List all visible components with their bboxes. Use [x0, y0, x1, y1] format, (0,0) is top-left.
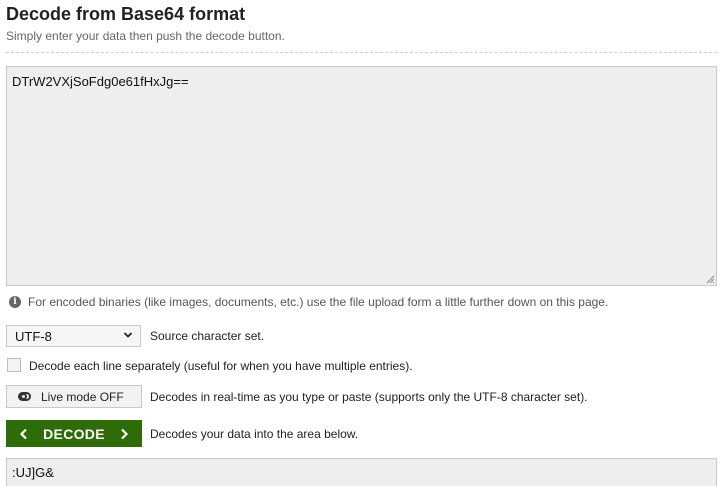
- decode-description: Decodes your data into the area below.: [150, 427, 359, 441]
- charset-select[interactable]: UTF-8: [6, 325, 141, 347]
- resize-grip-icon[interactable]: [705, 274, 715, 284]
- binary-info-note: i For encoded binaries (like images, doc…: [9, 295, 608, 309]
- input-textarea[interactable]: DTrW2VXjSoFdg0e61fHxJg==: [6, 66, 717, 286]
- live-mode-description: Decodes in real-time as you type or past…: [150, 390, 588, 404]
- decode-button-label: DECODE: [43, 425, 105, 442]
- info-text: For encoded binaries (like images, docum…: [28, 295, 609, 309]
- base64-decode-page: Decode from Base64 format Simply enter y…: [0, 0, 723, 486]
- charset-selected-value: UTF-8: [15, 328, 52, 344]
- live-mode-label: Live mode OFF: [41, 389, 124, 404]
- decode-button[interactable]: DECODE: [6, 420, 142, 447]
- chevron-down-icon: [123, 332, 133, 338]
- page-subtitle: Simply enter your data then push the dec…: [6, 29, 285, 43]
- decode-lines-label[interactable]: Decode each line separately (useful for …: [29, 359, 413, 373]
- chevron-right-icon: [121, 428, 128, 439]
- output-textarea[interactable]: :UJ]G&: [6, 458, 717, 486]
- decode-lines-checkbox[interactable]: [7, 358, 21, 372]
- toggle-off-icon: [18, 392, 31, 401]
- header-divider: [6, 52, 717, 53]
- chevron-left-icon: [20, 428, 27, 439]
- live-mode-button[interactable]: Live mode OFF: [6, 385, 142, 408]
- info-icon: i: [9, 296, 21, 308]
- charset-label: Source character set.: [150, 329, 265, 343]
- page-title: Decode from Base64 format: [6, 4, 246, 24]
